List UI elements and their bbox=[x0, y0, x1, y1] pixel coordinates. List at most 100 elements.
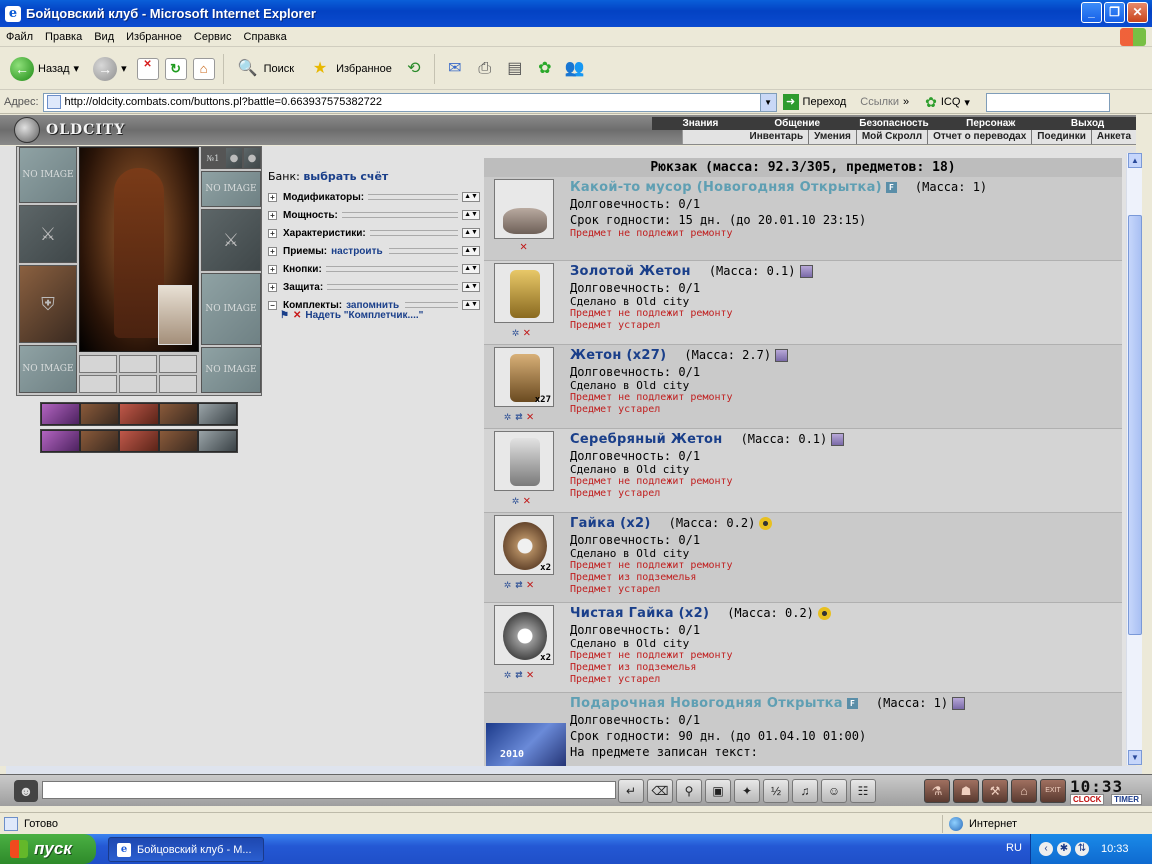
collapse-icon[interactable]: − bbox=[268, 300, 277, 310]
subnav-profile[interactable]: Анкета bbox=[1090, 130, 1136, 144]
belt-slot[interactable] bbox=[120, 431, 158, 451]
menu-edit[interactable]: Правка bbox=[39, 31, 88, 43]
menu-help[interactable]: Справка bbox=[238, 31, 293, 43]
action-2-icon[interactable]: ☗ bbox=[953, 779, 979, 803]
save-icon[interactable]: ▣ bbox=[705, 779, 731, 803]
belt-slot[interactable] bbox=[81, 404, 119, 424]
scroll-thumb[interactable] bbox=[1128, 215, 1142, 635]
back-button[interactable]: ← Назад ▾ bbox=[6, 52, 83, 86]
expand-icon[interactable]: + bbox=[268, 264, 277, 274]
timer-button[interactable]: TIMER bbox=[1111, 794, 1142, 805]
menu-file[interactable]: Файл bbox=[0, 31, 39, 43]
item-image[interactable]: x2 bbox=[494, 605, 554, 665]
nav-security[interactable]: Безопасность bbox=[846, 117, 943, 130]
transfer-icon[interactable]: ⇄ bbox=[515, 577, 522, 591]
icq-flower-icon[interactable]: ✿ bbox=[533, 58, 557, 80]
transfer-icon[interactable]: ⇄ bbox=[515, 409, 522, 423]
print-icon[interactable]: ⎙ bbox=[473, 58, 497, 80]
section-protection[interactable]: + Защита: ▲▼ bbox=[268, 278, 480, 296]
belt-slot[interactable] bbox=[42, 404, 80, 424]
equip-slot-weapon-left[interactable]: ⚔ bbox=[19, 205, 77, 263]
nav-character[interactable]: Персонаж bbox=[942, 117, 1039, 130]
item-name[interactable]: Золотой Жетон bbox=[570, 264, 691, 279]
section-buttons[interactable]: + Кнопки: ▲▼ bbox=[268, 260, 480, 278]
belt-slot[interactable] bbox=[120, 404, 158, 424]
url-dropdown-icon[interactable]: ▼ bbox=[759, 93, 776, 111]
rune-slot[interactable] bbox=[79, 355, 117, 373]
section-techniques[interactable]: + Приемы: настроить ▲▼ bbox=[268, 242, 480, 260]
taskbar-item-browser[interactable]: e Бойцовский клуб - М... bbox=[108, 837, 264, 862]
links-button[interactable]: Ссылки bbox=[860, 96, 899, 108]
item-name[interactable]: Серебряный Жетон bbox=[570, 432, 723, 447]
sound-icon[interactable]: ♫ bbox=[792, 779, 818, 803]
equip-slot-helmet[interactable]: NO IMAGE bbox=[19, 147, 77, 203]
send-icon[interactable]: ↵ bbox=[618, 779, 644, 803]
delete-icon[interactable]: ✕ bbox=[293, 310, 301, 321]
item-image[interactable] bbox=[494, 179, 554, 239]
links-chevron-icon[interactable]: » bbox=[903, 96, 909, 108]
scroll-up-icon[interactable]: ▲ bbox=[1128, 153, 1142, 168]
belt-slot[interactable] bbox=[159, 431, 197, 451]
dropdown-icon[interactable]: ▾ bbox=[121, 62, 127, 75]
up-down-icon[interactable]: ▲▼ bbox=[462, 264, 480, 274]
subnav-inventory[interactable]: Инвентарь bbox=[745, 130, 809, 144]
tray-app-icon[interactable]: ✱ bbox=[1057, 842, 1071, 856]
nav-knowledge[interactable]: Знания bbox=[652, 117, 749, 130]
up-down-icon[interactable]: ▲▼ bbox=[462, 210, 480, 220]
equip-slot-armor[interactable]: ⛨ bbox=[19, 265, 77, 343]
expand-icon[interactable]: + bbox=[268, 228, 277, 238]
belt-slot[interactable] bbox=[42, 431, 80, 451]
rune-slot[interactable] bbox=[119, 355, 157, 373]
delete-icon[interactable]: ✕ bbox=[523, 493, 530, 507]
configure-link[interactable]: настроить bbox=[331, 246, 382, 257]
tray-network-icon[interactable]: ⇅ bbox=[1075, 842, 1089, 856]
up-down-icon[interactable]: ▲▼ bbox=[462, 192, 480, 202]
equip-slot-legs[interactable]: NO IMAGE bbox=[201, 347, 261, 393]
search-button[interactable]: 🔍 Поиск bbox=[232, 52, 298, 86]
menu-tools[interactable]: Сервис bbox=[188, 31, 238, 43]
item-name[interactable]: Гайка (x2) bbox=[570, 516, 651, 531]
item-image[interactable]: x27 bbox=[494, 347, 554, 407]
use-icon[interactable]: ✲ bbox=[512, 325, 519, 339]
start-button[interactable]: пуск bbox=[0, 834, 96, 864]
up-down-icon[interactable]: ▲▼ bbox=[462, 228, 480, 238]
item-image[interactable] bbox=[494, 431, 554, 491]
equip-slot-ring-2[interactable]: ● bbox=[243, 147, 261, 169]
clock-button[interactable]: CLOCK bbox=[1070, 794, 1105, 805]
favorites-button[interactable]: ★ Избранное bbox=[304, 52, 396, 86]
vertical-scrollbar[interactable]: ▲ ▼ bbox=[1126, 153, 1142, 765]
use-icon[interactable]: ✲ bbox=[504, 409, 511, 423]
rune-slot[interactable] bbox=[159, 355, 197, 373]
section-modifiers[interactable]: + Модификаторы: ▲▼ bbox=[268, 188, 480, 206]
expand-icon[interactable]: + bbox=[268, 246, 277, 256]
edit-icon[interactable]: ▤ bbox=[503, 58, 527, 80]
exit-icon[interactable]: EXIT bbox=[1040, 779, 1066, 803]
go-button[interactable]: ➜ Переход bbox=[782, 94, 846, 110]
transfer-icon[interactable]: ⇄ bbox=[515, 667, 522, 681]
frame-divider[interactable] bbox=[6, 766, 1142, 774]
maximize-button[interactable]: ❐ bbox=[1104, 2, 1125, 23]
delete-icon[interactable]: ✕ bbox=[520, 239, 527, 253]
menu-favorites[interactable]: Избранное bbox=[120, 31, 188, 43]
url-field[interactable]: http://oldcity.combats.com/buttons.pl?ba… bbox=[42, 92, 777, 112]
smiles-icon[interactable]: ☺ bbox=[821, 779, 847, 803]
toolbar-search-input[interactable] bbox=[985, 92, 1110, 112]
belt-slot[interactable] bbox=[159, 404, 197, 424]
fight-icon[interactable]: ✦ bbox=[734, 779, 760, 803]
expand-icon[interactable]: + bbox=[268, 210, 277, 220]
subnav-fights[interactable]: Поединки bbox=[1031, 130, 1091, 144]
stop-icon[interactable]: ✕ bbox=[136, 57, 159, 80]
minimize-button[interactable]: _ bbox=[1081, 2, 1102, 23]
expand-icon[interactable]: + bbox=[268, 192, 277, 202]
subnav-scroll[interactable]: Мой Скролл bbox=[855, 130, 927, 144]
equip-slot-ring-1[interactable]: ● bbox=[225, 147, 243, 169]
pet-owl-image[interactable] bbox=[158, 285, 192, 345]
up-down-icon[interactable]: ▲▼ bbox=[462, 282, 480, 292]
chat-smiley-icon[interactable]: ☻ bbox=[14, 780, 38, 802]
item-image[interactable]: 2010 bbox=[486, 709, 566, 766]
menu-view[interactable]: Вид bbox=[88, 31, 120, 43]
users-icon[interactable]: ☷ bbox=[850, 779, 876, 803]
filter-icon[interactable]: ⚲ bbox=[676, 779, 702, 803]
delete-icon[interactable]: ✕ bbox=[526, 577, 533, 591]
dropdown-icon[interactable]: ▾ bbox=[964, 96, 970, 109]
